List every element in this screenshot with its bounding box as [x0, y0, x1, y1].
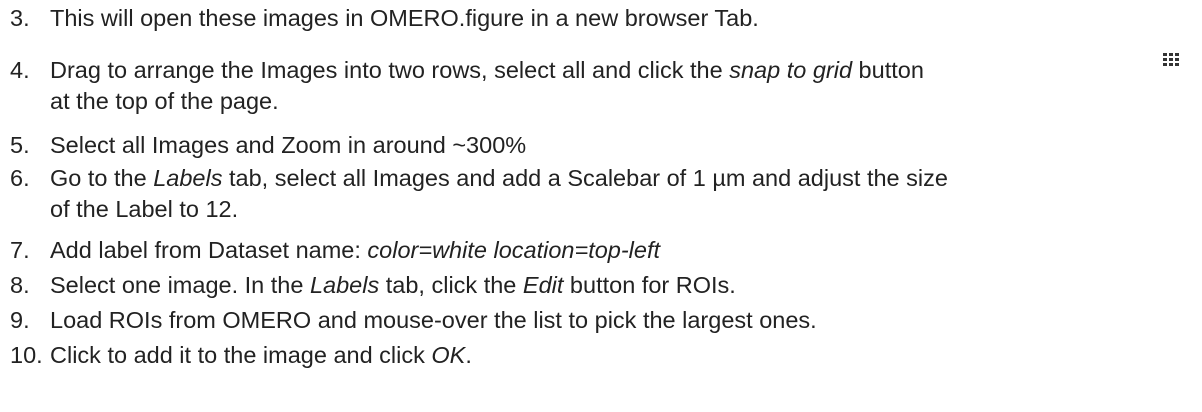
step-text: tab, select all Images and add a Scaleba…	[222, 165, 948, 191]
step-text: button	[852, 57, 924, 83]
step-text-continued: at the top of the page.	[50, 88, 279, 114]
step-10: 10. Click to add it to the image and clic…	[10, 340, 472, 371]
step-6: 6. Go to the Labels tab, select all Image…	[10, 163, 948, 225]
step-5: 5. Select all Images and Zoom in around ~…	[10, 130, 526, 161]
step-text: Drag to arrange the Images into two rows…	[50, 57, 730, 83]
step-3: 3. This will open these images in OMERO.f…	[10, 3, 759, 34]
step-7: 7. Add label from Dataset name: color=whi…	[10, 235, 660, 266]
step-text: tab, click the	[379, 272, 523, 298]
step-number: 8.	[10, 272, 30, 298]
step-text: .	[465, 342, 472, 368]
step-8: 8. Select one image. In the Labels tab, c…	[10, 270, 736, 301]
grid-icon	[1163, 53, 1179, 66]
step-text: This will open these images in OMERO.fig…	[50, 5, 759, 31]
step-number: 10.	[10, 342, 43, 368]
step-text: Go to the	[50, 165, 154, 191]
step-9: 9. Load ROIs from OMERO and mouse-over th…	[10, 305, 817, 336]
labels-tab-term: Labels	[309, 272, 380, 298]
step-number: 4.	[10, 57, 30, 83]
step-4: 4. Drag to arrange the Images into two ro…	[10, 55, 924, 117]
snap-to-grid-term: snap to grid	[729, 57, 853, 83]
step-text: Click to add it to the image and click	[50, 342, 432, 368]
step-number: 5.	[10, 132, 30, 158]
instruction-list: 3. This will open these images in OMERO.f…	[0, 0, 1202, 412]
step-number: 3.	[10, 5, 30, 31]
step-number: 7.	[10, 237, 30, 263]
step-text: button for ROIs.	[563, 272, 736, 298]
step-number: 9.	[10, 307, 30, 333]
label-settings-term: color=white location=top-left	[367, 237, 661, 263]
edit-button-term: Edit	[522, 272, 564, 298]
ok-button-term: OK	[431, 342, 466, 368]
labels-tab-term: Labels	[153, 165, 223, 191]
step-text-continued: of the Label to 12.	[50, 196, 239, 222]
step-text: Load ROIs from OMERO and mouse-over the …	[50, 307, 817, 333]
step-text: Select all Images and Zoom in around ~30…	[50, 132, 527, 158]
step-text: Select one image. In the	[50, 272, 310, 298]
step-number: 6.	[10, 165, 30, 191]
step-text: Add label from Dataset name:	[50, 237, 368, 263]
